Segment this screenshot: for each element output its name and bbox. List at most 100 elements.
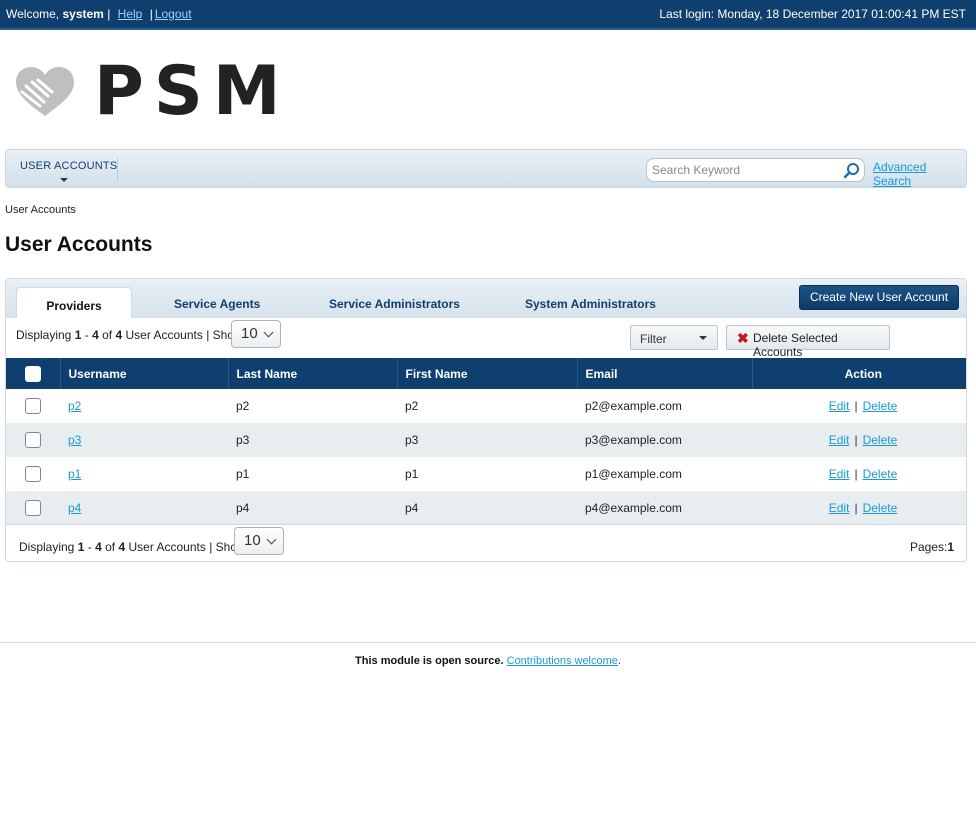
tab-system-administrators[interactable]: System Administrators: [525, 297, 656, 311]
range-to: 4: [95, 540, 102, 554]
table-row: p2 p2 p2 p2@example.com Edit | Delete: [6, 389, 966, 423]
advanced-search-link[interactable]: Advanced Search: [873, 160, 966, 188]
tab-service-administrators[interactable]: Service Administrators: [329, 297, 460, 311]
action-cell: Edit | Delete: [752, 491, 966, 525]
page-title: User Accounts: [5, 233, 153, 256]
edit-link[interactable]: Edit: [829, 501, 850, 515]
heart-hands-icon: [16, 67, 74, 116]
edit-link[interactable]: Edit: [829, 467, 850, 481]
nav-menu-user-accounts[interactable]: USER ACCOUNTS: [20, 160, 117, 172]
footer: This module is open source. Contribution…: [0, 655, 976, 667]
search-input[interactable]: [652, 162, 837, 178]
table-header-row: Username Last Name First Name Email Acti…: [6, 358, 966, 389]
select-all-cell: [6, 358, 61, 389]
displaying-label: Displaying: [19, 540, 75, 554]
accounts-table: Username Last Name First Name Email Acti…: [6, 358, 966, 525]
total-count: 4: [115, 328, 123, 342]
action-cell: Edit | Delete: [752, 423, 966, 457]
col-first-name[interactable]: First Name: [397, 358, 578, 389]
pagination-footer: Displaying 1 - 4 of 4 User Accounts | Sh…: [6, 524, 966, 562]
last-login-text: Last login: Monday, 18 December 2017 01:…: [659, 7, 966, 21]
delete-selected-button[interactable]: ✖ Delete Selected Accounts: [726, 325, 890, 359]
tab-providers[interactable]: Providers: [16, 287, 132, 318]
table-row: p1 p1 p1 p1@example.com Edit | Delete: [6, 457, 966, 491]
page-size-value: 10: [244, 532, 261, 549]
action-separator: |: [854, 501, 858, 515]
row-checkbox[interactable]: [25, 500, 41, 516]
email-cell: p1@example.com: [585, 467, 682, 481]
separator: |: [149, 7, 153, 21]
create-user-account-button[interactable]: Create New User Account: [799, 285, 959, 310]
breadcrumb: User Accounts: [5, 204, 76, 216]
of-label: of: [102, 328, 113, 342]
col-email[interactable]: Email: [577, 358, 753, 389]
row-checkbox[interactable]: [25, 432, 41, 448]
delete-x-icon: ✖: [737, 330, 749, 346]
range-to: 4: [92, 328, 99, 342]
page-size-select-top[interactable]: 10: [231, 320, 281, 348]
separator: |: [107, 7, 111, 21]
pagination-info-bottom: Displaying 1 - 4 of 4 User Accounts | Sh…: [19, 540, 249, 554]
search-icon[interactable]: [843, 162, 860, 179]
last-name-cell: p1: [236, 467, 250, 481]
row-checkbox[interactable]: [25, 466, 41, 482]
page-size-select-bottom[interactable]: 10: [234, 527, 284, 555]
of-label: of: [105, 540, 116, 554]
first-name-cell: p1: [405, 467, 419, 481]
search-box: [646, 158, 865, 182]
delete-selected-label: Delete Selected Accounts: [753, 331, 838, 359]
row-select-cell: [6, 423, 60, 457]
row-select-cell: [6, 491, 60, 525]
action-separator: |: [854, 433, 858, 447]
edit-link[interactable]: Edit: [829, 399, 850, 413]
logout-link[interactable]: Logout: [155, 7, 192, 21]
accounts-panel: Providers Service Agents Service Adminis…: [5, 278, 967, 562]
chevron-down-icon: [266, 534, 277, 545]
caret-down-icon: [699, 336, 707, 340]
delete-link[interactable]: Delete: [863, 467, 898, 481]
col-last-name[interactable]: Last Name: [228, 358, 398, 389]
username-link[interactable]: p4: [68, 501, 81, 515]
action-separator: |: [854, 467, 858, 481]
username-cell: p3: [60, 423, 228, 457]
tab-service-agents[interactable]: Service Agents: [174, 297, 260, 311]
username-link[interactable]: p1: [68, 467, 81, 481]
first-name-cell: p2: [405, 399, 419, 413]
displaying-label: Displaying: [16, 328, 72, 342]
page-size-value: 10: [241, 325, 258, 342]
username-cell: p2: [60, 389, 228, 423]
delete-link[interactable]: Delete: [863, 399, 898, 413]
username-link[interactable]: p2: [68, 399, 81, 413]
pages-label: Pages:: [909, 540, 948, 554]
range-dash: -: [84, 328, 89, 342]
top-bar: Welcome, system | Help | Logout Last logi…: [0, 0, 976, 30]
pages-indicator: Pages:1: [910, 540, 954, 554]
last-name-cell: p2: [236, 399, 250, 413]
row-select-cell: [6, 457, 60, 491]
select-all-checkbox[interactable]: [25, 365, 41, 382]
help-link[interactable]: Help: [118, 7, 143, 21]
chevron-down-icon: [263, 327, 274, 338]
total-count: 4: [118, 540, 126, 554]
first-name-cell: p3: [405, 433, 419, 447]
range-dash: -: [87, 540, 92, 554]
main-nav: USER ACCOUNTS Advanced Search: [5, 149, 967, 188]
current-page[interactable]: 1: [947, 540, 954, 554]
delete-link[interactable]: Delete: [863, 433, 898, 447]
caret-down-icon: [60, 178, 68, 182]
edit-link[interactable]: Edit: [829, 433, 850, 447]
current-username: system: [62, 7, 104, 21]
contributions-link[interactable]: Contributions welcome: [507, 655, 618, 667]
row-select-cell: [6, 389, 60, 423]
row-checkbox[interactable]: [25, 398, 41, 414]
welcome-area: Welcome, system | Help | Logout: [6, 7, 196, 21]
delete-link[interactable]: Delete: [863, 501, 898, 515]
last-name-cell: p4: [236, 501, 250, 515]
show-label: User Accounts | Show:: [128, 540, 250, 554]
pagination-info-top: Displaying 1 - 4 of 4 User Accounts | Sh…: [16, 328, 246, 342]
filter-dropdown[interactable]: Filter: [630, 325, 718, 350]
tab-bar: Providers Service Agents Service Adminis…: [6, 279, 966, 318]
action-separator: |: [854, 399, 858, 413]
username-link[interactable]: p3: [68, 433, 81, 447]
col-username[interactable]: Username: [60, 358, 229, 389]
